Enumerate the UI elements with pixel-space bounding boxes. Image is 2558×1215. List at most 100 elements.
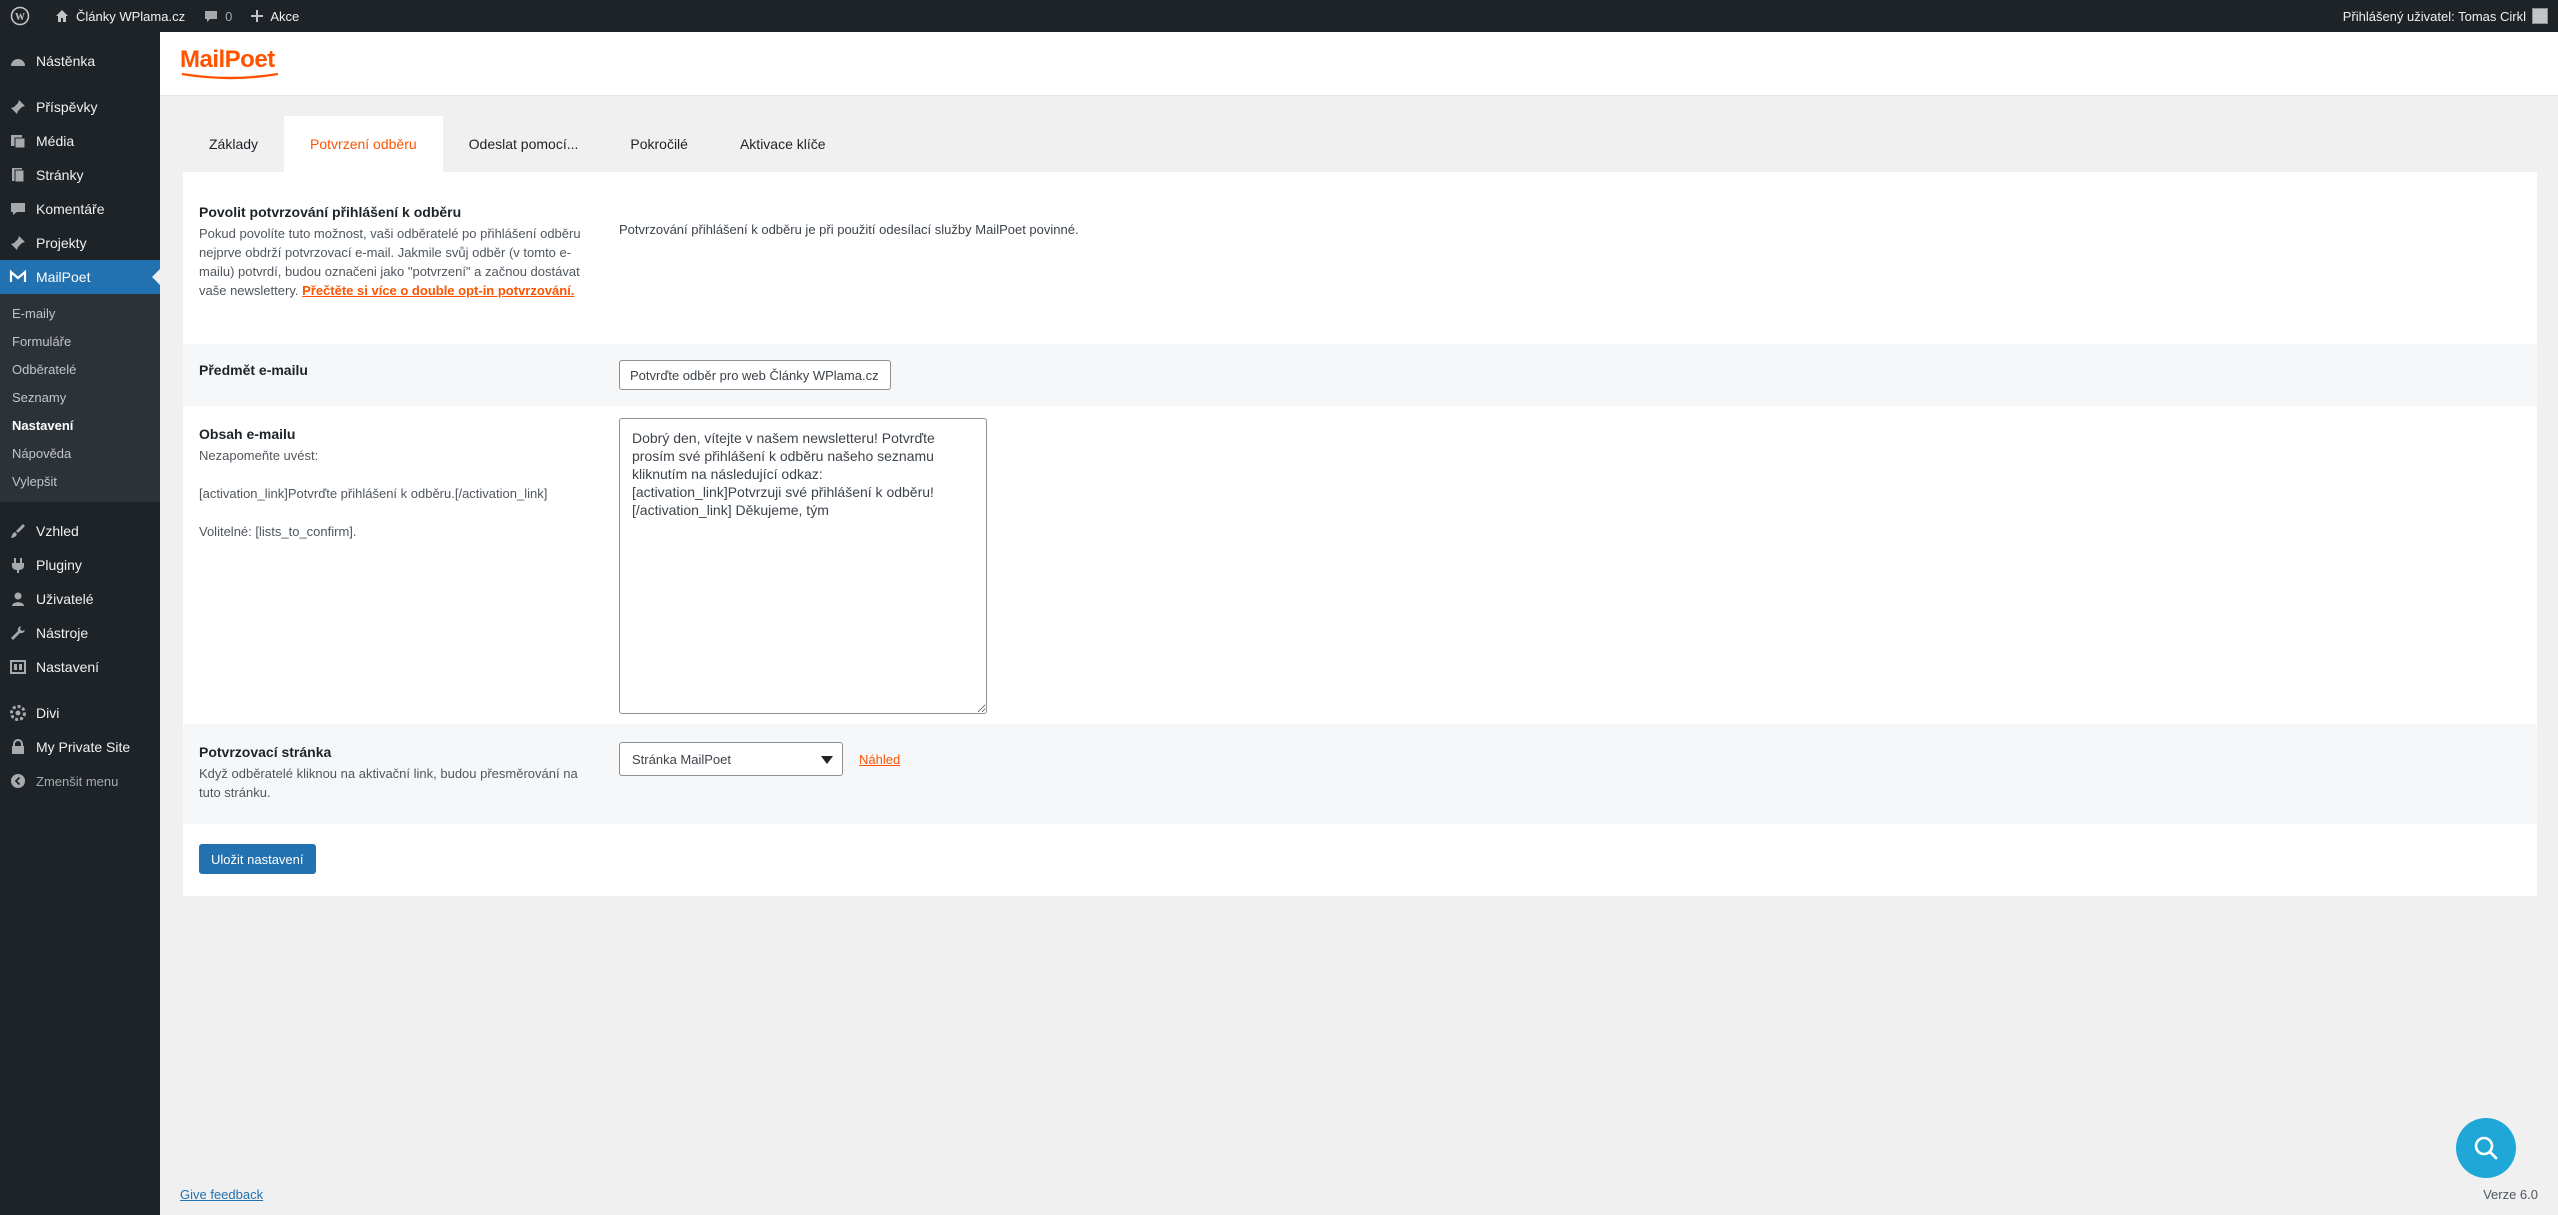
pin-icon: [8, 233, 28, 253]
sidebar-item-label: Divi: [36, 705, 60, 721]
submenu-item-odberatele[interactable]: Odběratelé: [0, 356, 160, 384]
collapse-menu-button[interactable]: Zmenšit menu: [0, 764, 160, 798]
setting-row-confirmation-page: Potvrzovací stránka Když odběratelé klik…: [183, 724, 2537, 824]
tab-activation-key[interactable]: Aktivace klíče: [714, 116, 852, 172]
save-row: Uložit nastavení: [183, 824, 2537, 896]
comments-icon: [8, 199, 28, 219]
submenu-item-napoveda[interactable]: Nápověda: [0, 440, 160, 468]
sidebar-item-label: Média: [36, 133, 75, 149]
media-icon: [8, 131, 28, 151]
give-feedback-link[interactable]: Give feedback: [180, 1187, 263, 1202]
mailpoet-icon: [8, 267, 28, 287]
new-content-link[interactable]: Akce: [242, 0, 309, 32]
setting-title: Obsah e-mailu: [199, 426, 296, 442]
search-icon: [2474, 1136, 2498, 1160]
comment-icon: [205, 11, 218, 22]
wordpress-logo-icon[interactable]: W: [0, 0, 46, 32]
sidebar-item-label: Stránky: [36, 167, 84, 183]
submenu-item-vylepsit[interactable]: Vylepšit: [0, 468, 160, 496]
setting-row-email-content: Obsah e-mailu Nezapomeňte uvést: [activa…: [183, 406, 2537, 724]
comments-link[interactable]: 0: [195, 0, 242, 32]
sidebar-item-projekty[interactable]: Projekty: [0, 226, 160, 260]
save-settings-button[interactable]: Uložit nastavení: [199, 844, 316, 874]
optional-hint: Volitelné: [lists_to_confirm].: [199, 524, 357, 539]
sidebar-item-label: Příspěvky: [36, 99, 98, 115]
content-note: Nezapomeňte uvést:: [199, 448, 319, 463]
sidebar-item-komentare[interactable]: Komentáře: [0, 192, 160, 226]
logo-text: MailPoet: [180, 46, 275, 73]
sidebar-item-nastroje[interactable]: Nástroje: [0, 616, 160, 650]
sidebar-item-label: MailPoet: [36, 269, 91, 285]
pin-icon: [8, 97, 28, 117]
sidebar-item-label: Nástěnka: [36, 53, 96, 69]
email-content-textarea[interactable]: Dobrý den, vítejte v našem newsletteru! …: [619, 418, 987, 714]
sidebar-item-label: Nastavení: [36, 659, 100, 675]
mailpoet-header: MailPoet: [160, 32, 2558, 96]
setting-description: Když odběratelé kliknou na aktivační lin…: [199, 766, 578, 800]
gear-icon: [8, 703, 28, 723]
collapse-icon: [8, 771, 28, 791]
activation-link-hint: [activation_link]Potvrďte přihlášení k o…: [199, 486, 548, 501]
site-name: Články WPlama.cz: [76, 8, 186, 24]
sidebar-item-mailpoet[interactable]: MailPoet: [0, 260, 160, 294]
settings-icon: [8, 657, 28, 677]
sidebar-item-label: Uživatelé: [36, 591, 94, 607]
tab-advanced[interactable]: Pokročilé: [604, 116, 714, 172]
pages-icon: [8, 165, 28, 185]
submenu-item-nastaveni[interactable]: Nastavení: [0, 412, 160, 440]
logo-smile-icon: [181, 72, 279, 80]
admin-bar: W Články WPlama.cz 0 Akce Přihlášený uži…: [0, 0, 2558, 32]
submenu-item-formulare[interactable]: Formuláře: [0, 328, 160, 356]
user-account-link[interactable]: Přihlášený uživatel: Tomas Cirkl: [2343, 8, 2558, 24]
setting-title: Předmět e-mailu: [199, 362, 308, 378]
select-value: Stránka MailPoet: [632, 751, 731, 767]
brush-icon: [8, 521, 28, 541]
mailpoet-submenu: E-maily Formuláře Odběratelé Seznamy Nastave…: [0, 294, 160, 502]
version-text: Verze 6.0: [2483, 1187, 2538, 1202]
settings-tabs: Základy Potvrzení odběru Odeslat pomocí.…: [183, 116, 852, 172]
svg-text:W: W: [15, 12, 25, 23]
home-icon: [56, 10, 68, 22]
new-label: Akce: [270, 8, 300, 24]
plugin-icon: [8, 555, 28, 575]
site-name-link[interactable]: Články WPlama.cz: [46, 0, 195, 32]
sidebar-item-pluginy[interactable]: Pluginy: [0, 548, 160, 582]
double-optin-link[interactable]: Přečtěte si více o double opt-in potvrzo…: [302, 283, 574, 298]
user-greeting: Přihlášený uživatel: Tomas Cirkl: [2342, 8, 2526, 24]
lock-icon: [8, 737, 28, 757]
sidebar-item-label: Projekty: [36, 235, 87, 251]
sidebar-item-nastaveni[interactable]: Nastavení: [0, 650, 160, 684]
sidebar-item-label: My Private Site: [36, 739, 131, 755]
setting-row-email-subject: Předmět e-mailu: [183, 344, 2537, 406]
sidebar-item-label: Komentáře: [36, 201, 105, 217]
sidebar-item-prispevky[interactable]: Příspěvky: [0, 90, 160, 124]
email-subject-input[interactable]: [619, 360, 891, 390]
confirmation-mandatory-text: Potvrzování přihlášení k odběru je při p…: [619, 222, 1079, 237]
sidebar-item-label: Vzhled: [36, 523, 79, 539]
tab-send-with[interactable]: Odeslat pomocí...: [443, 116, 605, 172]
collapse-label: Zmenšit menu: [36, 773, 119, 789]
sidebar-item-my-private-site[interactable]: My Private Site: [0, 730, 160, 764]
chevron-down-icon: [821, 756, 833, 764]
preview-link[interactable]: Náhled: [859, 752, 900, 767]
setting-title: Povolit potvrzování přihlášení k odběru: [199, 204, 462, 220]
tab-signup-confirmation[interactable]: Potvrzení odběru: [284, 116, 443, 172]
tab-basics[interactable]: Základy: [183, 116, 284, 172]
sidebar-item-vzhled[interactable]: Vzhled: [0, 514, 160, 548]
sidebar-item-media[interactable]: Média: [0, 124, 160, 158]
confirmation-page-select[interactable]: Stránka MailPoet: [619, 742, 843, 776]
mailpoet-logo: MailPoet: [180, 46, 280, 80]
tools-icon: [8, 623, 28, 643]
sidebar-item-nastenka[interactable]: Nástěnka: [0, 44, 160, 78]
submenu-item-seznamy[interactable]: Seznamy: [0, 384, 160, 412]
users-icon: [8, 589, 28, 609]
avatar: [2532, 8, 2548, 24]
comments-count: 0: [225, 8, 233, 24]
help-search-button[interactable]: [2456, 1118, 2516, 1178]
submenu-item-e-maily[interactable]: E-maily: [0, 300, 160, 328]
settings-panel: Povolit potvrzování přihlášení k odběru …: [183, 172, 2537, 896]
sidebar-item-stranky[interactable]: Stránky: [0, 158, 160, 192]
sidebar-item-label: Pluginy: [36, 557, 82, 573]
sidebar-item-divi[interactable]: Divi: [0, 696, 160, 730]
sidebar-item-uzivatele[interactable]: Uživatelé: [0, 582, 160, 616]
